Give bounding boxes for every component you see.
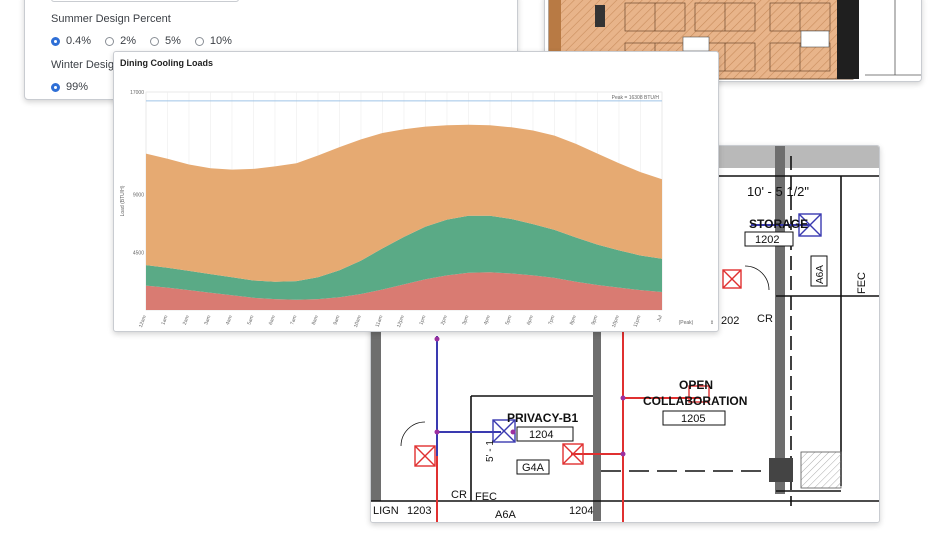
peak-label: Peak = 16308 BTU/H	[612, 95, 660, 101]
y-tick-label: 9000	[133, 193, 144, 199]
x-tick-label: 5am	[246, 315, 255, 326]
x-tick-label: 10pm	[611, 315, 621, 329]
x-tick-label: 11pm	[633, 315, 643, 328]
tag-fec-vertical: FEC	[856, 272, 868, 294]
room-name-collaboration: COLLABORATION	[643, 394, 747, 408]
tag-g4a: G4A	[522, 462, 545, 474]
winter-design-radio-group: 99%	[51, 81, 88, 93]
x-tick-label: 11am	[375, 315, 385, 328]
x-tick-label: 9pm	[590, 315, 599, 326]
cooling-loads-chart: 4500 9000 17000 12am 1am 2am 3am 4am 5am 6am 7am 8a…	[120, 90, 714, 329]
sort-arrows-icon[interactable]: ⇕	[710, 320, 714, 326]
x-tick-label: 3am	[203, 315, 212, 326]
x-tick-label: 7pm	[547, 315, 556, 326]
x-tick-label: Jul	[656, 315, 664, 323]
summer-design-label: Summer Design Percent	[51, 13, 171, 25]
room-number-privacy: 1204	[529, 429, 553, 441]
summer-design-radio-group: 0.4% 2% 5% 10%	[51, 35, 232, 47]
radio-icon	[149, 36, 159, 46]
winter-radio-99[interactable]: 99%	[51, 81, 88, 93]
summer-radio-5[interactable]: 5%	[149, 35, 181, 47]
x-tick-label: 4pm	[483, 315, 492, 326]
x-tick-label: 5pm	[504, 315, 513, 326]
room-name-storage: STORAGE	[749, 217, 808, 231]
last-tick-sublabel: (Peak)	[679, 320, 694, 326]
room-number-collaboration: 1205	[681, 413, 705, 425]
tag-cr-bottom: CR	[451, 489, 467, 501]
tag-cr-top: CR	[757, 313, 773, 325]
x-tick-label: 12pm	[396, 315, 406, 329]
x-tick-label: 2pm	[440, 315, 449, 326]
summer-radio-0-4[interactable]: 0.4%	[51, 35, 91, 47]
radio-icon	[105, 36, 115, 46]
x-tick-label: 7am	[289, 315, 298, 326]
x-tick-label: 10am	[353, 315, 363, 329]
x-tick-label: 12am	[138, 315, 148, 329]
summer-radio-10[interactable]: 10%	[194, 35, 232, 47]
tag-dimension-vertical: 5' - 1	[485, 440, 496, 462]
plan-dimension: 10' - 5 1/2"	[747, 184, 809, 199]
x-tick-label: 1pm	[418, 315, 427, 326]
x-tick-label: 2am	[182, 315, 191, 326]
summer-radio-2[interactable]: 2%	[105, 35, 136, 47]
radio-selected-icon	[51, 82, 60, 92]
tag-fec-bottom: FEC	[475, 491, 497, 503]
room-name-open: OPEN	[679, 378, 713, 392]
tag-a6a-bottom: A6A	[495, 509, 516, 521]
tag-202: 202	[721, 315, 739, 327]
x-tick-label: 9am	[332, 315, 341, 326]
x-tick-label: 8am	[311, 315, 320, 326]
radio-icon	[194, 36, 204, 46]
radio-selected-icon	[51, 36, 60, 46]
y-tick-label: 17000	[130, 90, 144, 96]
y-axis-label: Load (BTU/H)	[120, 185, 126, 216]
tag-1204-bottom: 1204	[569, 505, 593, 517]
cooling-loads-chart-window[interactable]: Dining Cooling Loads 4500 9000 17000 12am 1a…	[113, 51, 719, 332]
x-tick-label: 6am	[268, 315, 277, 326]
x-tick-label: 8pm	[569, 315, 578, 326]
x-tick-label: 1am	[160, 315, 169, 326]
room-number-storage: 1202	[755, 234, 779, 246]
room-name-privacy: PRIVACY-B1	[507, 411, 578, 425]
tag-lign: LIGN	[373, 505, 399, 517]
x-tick-label: 6pm	[526, 315, 535, 326]
x-tick-label: 3pm	[461, 315, 470, 326]
tag-a6a-vertical: A6A	[815, 265, 826, 284]
x-tick-label: 4am	[225, 315, 234, 326]
dropdown-field[interactable]	[51, 0, 239, 2]
tag-1203: 1203	[407, 505, 431, 517]
y-tick-label: 4500	[133, 250, 144, 256]
